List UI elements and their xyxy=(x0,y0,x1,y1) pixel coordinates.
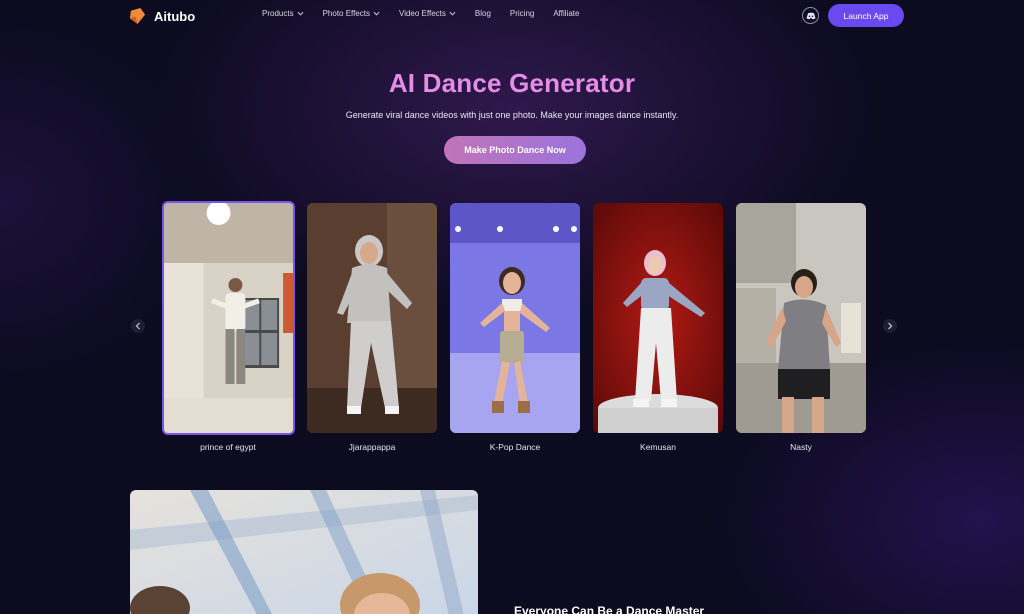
dance-card-kemusan[interactable] xyxy=(593,203,723,433)
chevron-down-icon xyxy=(449,11,456,16)
top-nav: Aitubo Products Photo Effects Video Effe… xyxy=(0,0,1024,32)
dance-card-jjarappappa[interactable] xyxy=(307,203,437,433)
chevron-right-icon xyxy=(888,322,893,330)
discord-button[interactable] xyxy=(802,7,819,24)
launch-app-button[interactable]: Launch App xyxy=(828,4,904,27)
section-title: Everyone Can Be a Dance Master xyxy=(514,604,705,614)
main-menu: Products Photo Effects Video Effects Blo… xyxy=(262,9,598,18)
chevron-down-icon xyxy=(297,11,304,16)
page-title: AI Dance Generator xyxy=(388,68,636,98)
dance-thumbnail xyxy=(450,203,580,433)
dance-thumbnail xyxy=(593,203,723,433)
brand-name: Aitubo xyxy=(154,8,196,24)
menu-products-label: Products xyxy=(262,9,294,18)
dance-thumbnail xyxy=(307,203,437,433)
menu-video-effects[interactable]: Video Effects xyxy=(399,9,456,18)
menu-photo-effects-label: Photo Effects xyxy=(322,9,371,18)
menu-products[interactable]: Products xyxy=(262,9,304,18)
carousel-next-button[interactable] xyxy=(883,319,897,333)
brand-logo[interactable]: Aitubo xyxy=(128,7,195,25)
menu-affiliate[interactable]: Affiliate xyxy=(553,9,579,18)
dance-thumbnail xyxy=(736,203,866,433)
discord-icon xyxy=(806,12,815,19)
card-label: Nasty xyxy=(790,442,812,452)
make-photo-dance-button[interactable]: Make Photo Dance Now xyxy=(444,136,586,164)
dance-preview-video[interactable] xyxy=(130,490,478,614)
menu-pricing[interactable]: Pricing xyxy=(510,9,534,18)
menu-video-effects-label: Video Effects xyxy=(399,9,446,18)
dance-card-nasty[interactable] xyxy=(736,203,866,433)
dance-card-prince-of-egypt[interactable] xyxy=(162,201,295,435)
chevron-down-icon xyxy=(373,11,380,16)
dance-thumbnail xyxy=(164,203,293,433)
menu-photo-effects[interactable]: Photo Effects xyxy=(323,9,380,18)
card-label: K-Pop Dance xyxy=(489,442,541,452)
aitubo-logo-icon xyxy=(129,7,146,25)
dance-card-kpop-dance[interactable] xyxy=(450,203,580,433)
hero-subtitle: Generate viral dance videos with just on… xyxy=(345,110,679,120)
menu-affiliate-label: Affiliate xyxy=(553,9,580,18)
card-label: prince of egypt xyxy=(200,442,256,452)
menu-blog[interactable]: Blog xyxy=(475,9,491,18)
chevron-left-icon xyxy=(135,322,140,330)
preview-image xyxy=(130,490,478,614)
card-label: Kemusan xyxy=(640,442,676,452)
page: Aitubo Products Photo Effects Video Effe… xyxy=(0,0,1024,614)
carousel-prev-button[interactable] xyxy=(131,319,145,333)
menu-blog-label: Blog xyxy=(474,9,491,18)
menu-pricing-label: Pricing xyxy=(509,9,535,18)
card-label: Jjarappappa xyxy=(348,442,396,452)
